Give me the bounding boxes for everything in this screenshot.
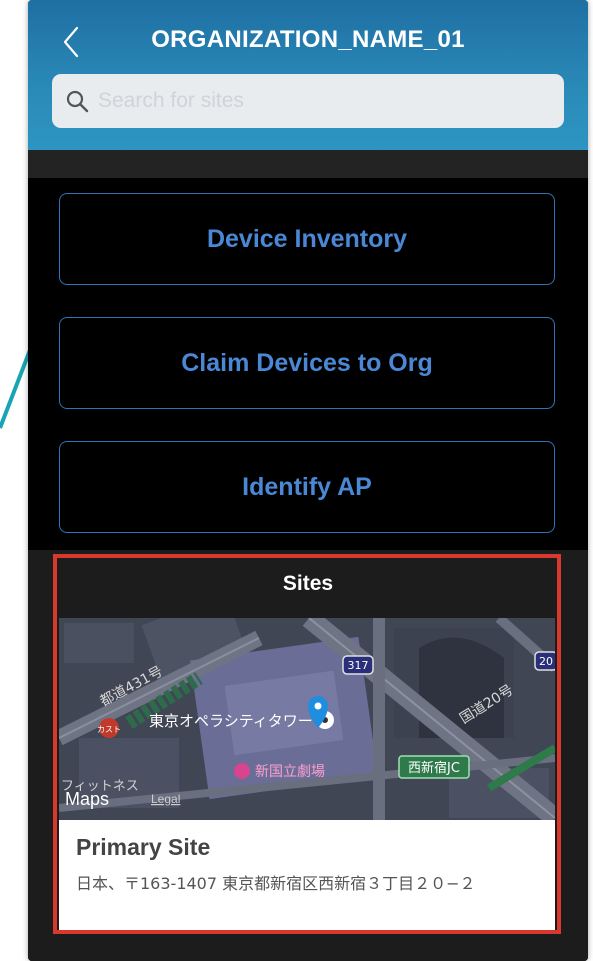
sites-heading: Sites [28,558,588,610]
site-card[interactable]: 317 20 東京オペラシティタワー 新国立劇場 西新宿JC 国道20号 都道4… [59,618,555,930]
search-bar[interactable] [52,74,564,128]
site-name: Primary Site [76,834,211,860]
legal-link[interactable]: Legal [151,792,180,806]
phone-screen: ORGANIZATION_NAME_01 Device Inventory Cl… [28,0,588,961]
map-label-nishishinjuku-jc: 西新宿JC [408,760,460,776]
app-header: ORGANIZATION_NAME_01 [28,0,588,150]
page-title: ORGANIZATION_NAME_01 [151,26,465,53]
identify-ap-button[interactable]: Identify AP [59,441,555,533]
map-label-theatre: 新国立劇場 [255,764,325,780]
map-label-opera-city: 東京オペラシティタワー [149,712,313,730]
maps-attribution: Maps [65,789,109,809]
claim-devices-button[interactable]: Claim Devices to Org [59,317,555,409]
search-input[interactable] [96,80,564,122]
device-inventory-button[interactable]: Device Inventory [59,193,555,285]
site-address: 日本、〒163-1407 東京都新宿区西新宿３丁目２０−２ [76,874,476,893]
map-graphic: 317 20 東京オペラシティタワー 新国立劇場 西新宿JC 国道20号 都道4… [59,618,555,820]
header-divider-band [28,150,588,178]
map-label-317: 317 [348,659,369,672]
actions-panel: Device Inventory Claim Devices to Org Id… [28,178,588,550]
map-label-restaurant: カスト [97,725,121,734]
search-icon [64,88,90,114]
map-label-20: 20 [539,655,553,668]
screenshot-stage: ORGANIZATION_NAME_01 Device Inventory Cl… [0,0,593,961]
site-map[interactable]: 317 20 東京オペラシティタワー 新国立劇場 西新宿JC 国道20号 都道4… [59,618,555,820]
sites-section: Sites 317 20 東京オペラシティタワー 新国立劇場 西新宿JC 国道2… [28,550,588,961]
bottom-bar [28,934,588,961]
